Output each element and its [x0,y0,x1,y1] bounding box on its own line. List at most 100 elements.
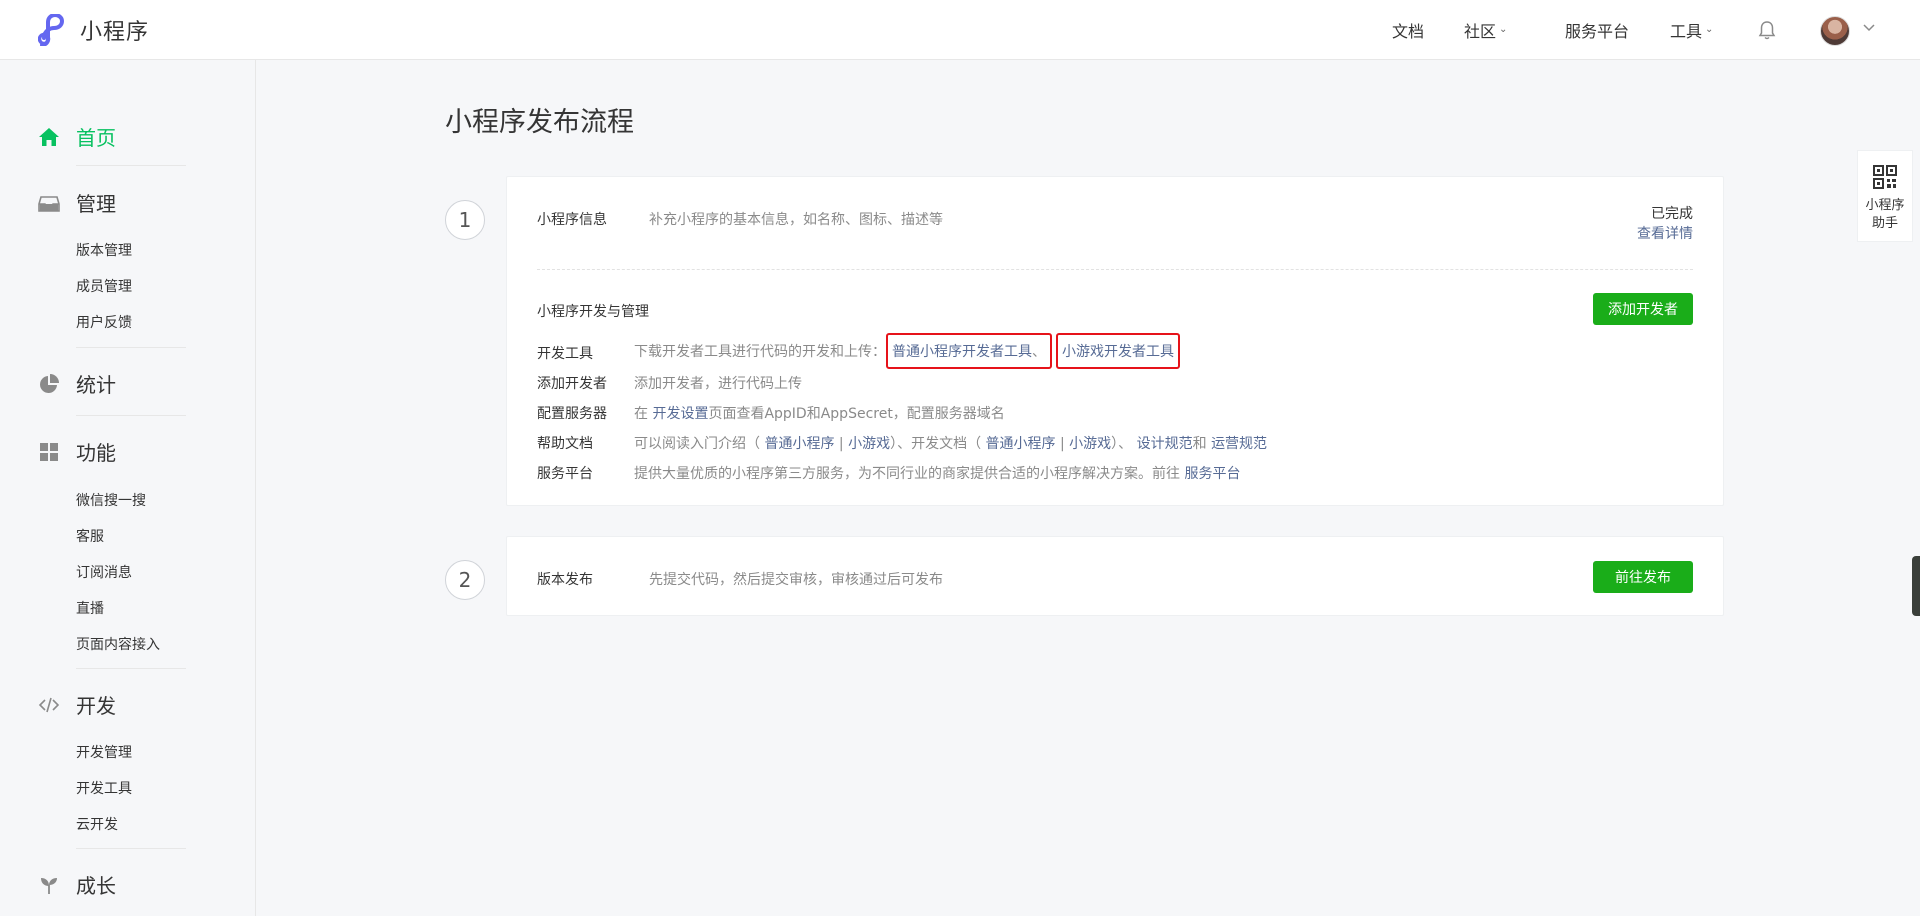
row-text: 下载开发者工具进行代码的开发和上传： [634,344,886,360]
sidebar-item-label: 管理 [76,192,116,216]
page-title: 小程序发布流程 [445,107,634,138]
design-spec-link[interactable]: 设计规范 [1137,436,1193,452]
server-config-desc: 在 开发设置页面查看AppID和AppSecret，配置服务器域名 [634,403,1005,423]
service-platform-link[interactable]: 服务平台 [1184,466,1240,482]
release-desc: 先提交代码，然后提交审核，审核通过后可发布 [649,572,943,588]
grid-icon [40,442,58,461]
dev-title: 小程序开发与管理 [537,304,649,320]
row-text: ）、开发文档（ [890,436,986,452]
docs-minigame-link[interactable]: 小游戏 [1069,436,1111,452]
inbox-icon [38,195,60,212]
divider [76,848,186,849]
home-icon [39,127,59,146]
add-developer-button[interactable]: 添加开发者 [1593,293,1693,325]
sidebar-item-home[interactable]: 首页 [38,122,116,151]
brand[interactable]: 小程序 [38,14,149,46]
code-icon [38,697,60,712]
divider [76,347,186,348]
row-label: 添加开发者 [537,376,607,392]
separator: | [1055,436,1070,452]
sidebar-item-dev-tools[interactable]: 开发工具 [76,778,132,798]
separator: | [834,436,849,452]
row-text: ）、 [1111,436,1137,452]
sidebar-item-stats[interactable]: 统计 [38,369,116,398]
sidebar-item-growth[interactable]: 成长 [38,870,116,899]
row-label: 配置服务器 [537,406,607,422]
sidebar-item-subscribe-message[interactable]: 订阅消息 [76,562,132,582]
sidebar-item-wechat-search[interactable]: 微信搜一搜 [76,490,146,510]
nav-community-label: 社区 [1464,22,1497,41]
dev-tools-desc: 下载开发者工具进行代码的开发和上传： 普通小程序开发者工具、 小游戏开发者工具 [634,333,1180,369]
nav-tools[interactable]: 工具 ⌄ [1670,0,1713,60]
sidebar-item-version-manage[interactable]: 版本管理 [76,240,132,260]
row-label: 帮助文档 [537,436,593,452]
chevron-down-icon: ⌄ [1705,23,1714,35]
assistant-label: 小程序 助手 [1858,197,1912,233]
nav-tools-label: 工具 [1670,22,1703,41]
nav-service-platform-label: 服务平台 [1565,22,1630,41]
brand-name: 小程序 [80,20,150,45]
sidebar-item-page-content[interactable]: 页面内容接入 [76,634,160,654]
intro-minigame-link[interactable]: 小游戏 [848,436,890,452]
dev-settings-link[interactable]: 开发设置 [652,406,708,422]
nav-docs[interactable]: 文档 [1392,0,1424,60]
assistant-label-line1: 小程序 [1865,198,1905,213]
view-details-link[interactable]: 查看详情 [1637,223,1693,243]
sidebar-item-live[interactable]: 直播 [76,598,104,618]
sidebar-item-features[interactable]: 功能 [38,437,116,466]
minigame-devtools-link[interactable]: 小游戏开发者工具 [1062,344,1174,360]
sidebar-item-user-feedback[interactable]: 用户反馈 [76,312,132,332]
divider [76,415,186,416]
sidebar-item-label: 功能 [76,441,116,465]
row-label: 服务平台 [537,466,593,482]
highlight-box: 小游戏开发者工具 [1056,333,1180,369]
sidebar: 首页 管理 版本管理 成员管理 用户反馈 统计 功能 微信搜一搜 客服 订阅消息 [0,60,256,916]
row-label: 开发工具 [537,346,593,362]
intro-miniprogram-link[interactable]: 普通小程序 [764,436,834,452]
highlight-box: 普通小程序开发者工具、 [886,333,1052,369]
sidebar-item-label: 首页 [76,126,116,150]
row-text: 在 [634,406,653,422]
side-handle[interactable] [1912,556,1920,616]
avatar[interactable] [1820,16,1850,46]
row-text: 添加开发者，进行代码上传 [634,376,802,392]
separator: 、 [1032,344,1046,360]
divider [76,668,186,669]
nav-community[interactable]: 社区 ⌄ [1464,0,1507,60]
release-title: 版本发布 [537,572,593,588]
row-text: 和 [1192,436,1212,452]
operation-spec-link[interactable]: 运营规范 [1211,436,1267,452]
brand-logo-icon [38,14,65,46]
step-number: 1 [445,200,485,240]
sidebar-item-customer-service[interactable]: 客服 [76,526,104,546]
sidebar-item-manage[interactable]: 管理 [38,188,116,217]
bell-icon[interactable] [1756,19,1778,41]
sidebar-item-dev-manage[interactable]: 开发管理 [76,742,132,762]
go-release-button[interactable]: 前往发布 [1593,561,1693,593]
info-desc: 补充小程序的基本信息，如名称、图标、描述等 [649,212,943,228]
top-header: 小程序 文档 社区 ⌄ 服务平台 工具 ⌄ [0,0,1920,60]
row-text: 可以阅读入门介绍（ [634,436,765,452]
chevron-down-icon: ⌄ [1499,23,1508,35]
sidebar-item-label: 开发 [76,694,116,718]
sprout-icon [41,877,57,894]
status-text: 已完成 [1651,206,1693,222]
miniprogram-assistant[interactable]: 小程序 助手 [1857,150,1913,242]
chevron-down-icon[interactable] [1862,20,1876,34]
nav-service-platform[interactable]: 服务平台 [1565,0,1629,60]
row-text: 页面查看AppID和AppSecret，配置服务器域名 [708,406,1005,422]
sidebar-item-cloud-dev[interactable]: 云开发 [76,814,118,834]
service-platform-desc: 提供大量优质的小程序第三方服务，为不同行业的商家提供合适的小程序解决方案。前往 … [634,463,1240,483]
qr-code-icon [1873,165,1897,189]
step-card-info-dev: 小程序信息 补充小程序的基本信息，如名称、图标、描述等 已完成 查看详情 小程序… [506,176,1724,506]
divider [537,269,1693,270]
sidebar-item-develop[interactable]: 开发 [38,690,116,719]
normal-devtools-link[interactable]: 普通小程序开发者工具 [892,344,1032,360]
info-title: 小程序信息 [537,212,607,228]
docs-miniprogram-link[interactable]: 普通小程序 [986,436,1056,452]
nav-docs-label: 文档 [1392,22,1425,41]
sidebar-item-member-manage[interactable]: 成员管理 [76,276,132,296]
pie-chart-icon [40,373,59,393]
step-number: 2 [445,560,485,600]
sidebar-item-label: 统计 [76,373,116,397]
